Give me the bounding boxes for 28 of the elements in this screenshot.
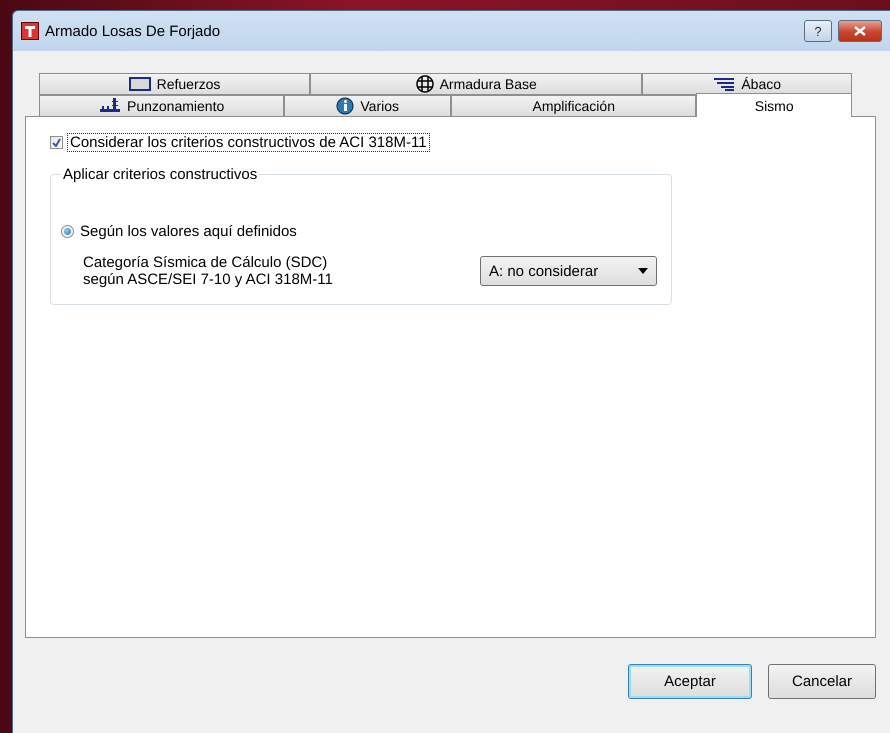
tab[interactable]: Sismo [696, 93, 852, 117]
layers-icon [713, 77, 736, 91]
tab[interactable]: Amplificación [451, 95, 696, 117]
rectangle-icon [128, 77, 151, 91]
tab[interactable]: Varios [284, 95, 452, 117]
checkbox[interactable] [50, 136, 63, 149]
tab[interactable]: Refuerzos [39, 73, 310, 95]
radio-label: Según los valores aquí definidos [80, 223, 297, 240]
sdc-label: Categoría Sísmica de Cálculo (SDC) según ASCE/SEI 7-10 y ACI 318M-11 [83, 254, 333, 288]
tab[interactable]: Armadura Base [310, 73, 642, 95]
help-button[interactable]: ? [804, 20, 832, 42]
sdc-dropdown[interactable]: A: no considerar [480, 256, 657, 286]
close-button[interactable] [838, 20, 882, 42]
radio-button[interactable] [61, 225, 74, 238]
cancel-button[interactable]: Cancelar [768, 664, 876, 699]
group-title: Aplicar criterios constructivos [62, 166, 258, 183]
checkbox-label: Considerar los criterios constructivos de ACI 318M-11 [67, 133, 430, 152]
dropdown-arrow-icon [638, 268, 648, 274]
tab[interactable]: Punzonamiento [39, 95, 284, 117]
info-icon [336, 97, 354, 115]
tab[interactable]: Ábaco [642, 73, 852, 95]
accept-button[interactable]: Aceptar [628, 664, 752, 699]
app-logo-icon [21, 22, 39, 40]
globe-grid-icon [416, 75, 434, 93]
window-title: Armado Losas De Forjado [45, 22, 222, 40]
column-chart-icon [98, 97, 121, 115]
close-icon [854, 26, 866, 36]
check-icon [52, 138, 61, 147]
